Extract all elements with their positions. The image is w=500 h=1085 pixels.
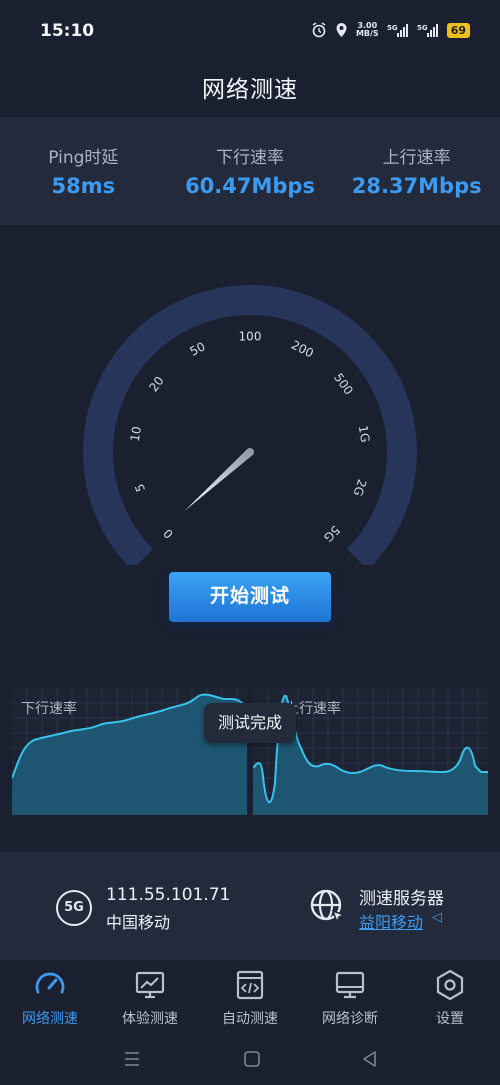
carrier-name: 中国移动 (106, 913, 171, 932)
signal-5g-icon-1: 5G (387, 23, 409, 37)
gauge-tick-label: 1G (356, 424, 372, 443)
metric-value: 60.47Mbps (185, 174, 315, 198)
download-chart-title: 下行速率 (21, 701, 77, 717)
metric-label: Ping时延 (48, 148, 119, 168)
nav-auto-test[interactable]: 自动测速 (200, 960, 300, 1034)
metric-upload: 上行速率 28.37Mbps (333, 117, 500, 225)
menu-icon[interactable] (120, 1048, 144, 1070)
network-speed-indicator: 3.00 MB/S (356, 22, 379, 38)
location-icon (335, 22, 348, 38)
gauge-tick-label: 0 (161, 526, 176, 541)
bottom-nav: 网络测速 体验测速 自动测速 网络诊断 设置 (0, 960, 500, 1034)
battery-indicator: 69 (446, 22, 470, 38)
gauge-tick-label: 20 (146, 374, 166, 395)
metrics-panel: Ping时延 58ms 下行速率 60.47Mbps 上行速率 28.37Mbp… (0, 117, 500, 225)
gauge-tick-label: 10 (128, 425, 144, 442)
net-speed-unit: MB/S (355, 29, 379, 38)
code-window-icon (236, 970, 264, 1000)
server-select-arrow-icon[interactable]: ◁ (432, 910, 442, 925)
signal-5g-icon-2: 5G (417, 23, 439, 37)
gauge-tick-label: 500 (331, 371, 356, 398)
speedometer-icon (35, 972, 65, 994)
metric-value: 28.37Mbps (351, 174, 482, 198)
system-nav-bar (0, 1034, 500, 1085)
alarm-icon (311, 22, 327, 38)
gauge-needle (184, 448, 255, 511)
gauge-tick-label: 100 (239, 330, 262, 344)
gauge-tick-label: 200 (289, 338, 316, 361)
gauge-tick-labels: 0 5 10 20 50 100 200 500 1G 2G 5G (128, 330, 373, 545)
svg-text:5G: 5G (387, 24, 398, 32)
hexagon-settings-icon (436, 969, 464, 1001)
globe-icon (310, 889, 347, 925)
metric-label: 下行速率 (216, 148, 284, 168)
server-name-link[interactable]: 益阳移动 (359, 909, 423, 933)
nav-settings[interactable]: 设置 (400, 960, 500, 1034)
nav-label: 体验测速 (122, 1011, 178, 1027)
home-icon[interactable] (240, 1048, 264, 1070)
ip-address: 111.55.101.71 (106, 885, 231, 905)
metric-ping: Ping时延 58ms (0, 117, 167, 225)
status-icons: 3.00 MB/S 5G 5G 69 (311, 22, 470, 38)
server-label: 测速服务器 (359, 889, 444, 909)
nav-label: 自动测速 (222, 1011, 278, 1027)
nav-experience-test[interactable]: 体验测速 (100, 960, 200, 1034)
nav-label: 网络诊断 (322, 1011, 378, 1027)
monitor-icon (335, 971, 365, 999)
status-time: 15:10 (40, 21, 95, 41)
nav-speed-test[interactable]: 网络测速 (0, 960, 100, 1034)
svg-text:5G: 5G (417, 24, 428, 32)
start-test-button[interactable]: 开始测试 (169, 572, 331, 622)
nav-diagnosis[interactable]: 网络诊断 (300, 960, 400, 1034)
metric-download: 下行速率 60.47Mbps (167, 117, 334, 225)
nav-label: 网络测速 (22, 1011, 78, 1027)
status-bar: 15:10 3.00 MB/S 5G 5G 69 (0, 0, 500, 64)
metric-value: 58ms (51, 174, 116, 198)
test-complete-toast: 测试完成 (204, 703, 296, 743)
page-title: 网络测速 (202, 77, 298, 103)
gauge-tick-label: 50 (188, 339, 208, 358)
gauge-tick-label: 2G (351, 477, 370, 497)
speed-gauge: 0 5 10 20 50 100 200 500 1G 2G 5G (83, 285, 417, 565)
network-5g-icon: 5G (56, 890, 92, 926)
nav-label: 设置 (436, 1011, 464, 1027)
metric-label: 上行速率 (382, 148, 451, 168)
back-icon[interactable] (358, 1048, 382, 1070)
chart-monitor-icon (135, 971, 165, 999)
gauge-tick-label: 5 (132, 482, 148, 494)
gauge-tick-label: 5G (321, 523, 343, 545)
